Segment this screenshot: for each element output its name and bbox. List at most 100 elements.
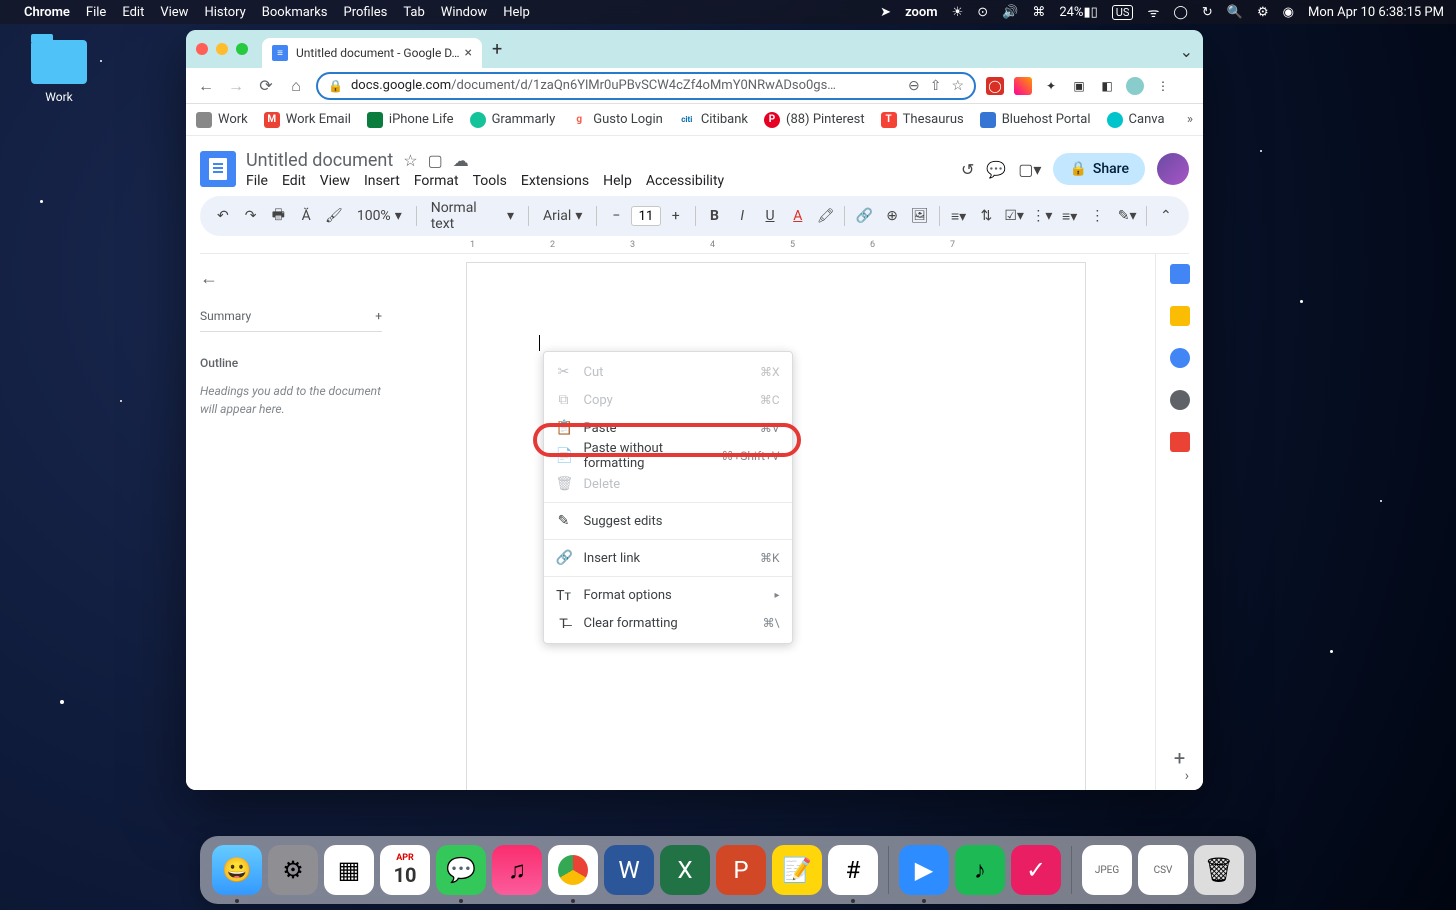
ctx-paste[interactable]: 📋Paste⌘V [544,414,792,442]
document-page[interactable]: ✂Cut⌘X ⧉Copy⌘C 📋Paste⌘V 📄Paste without f… [466,262,1086,790]
dock-finder[interactable]: 😀 [212,845,262,895]
docs-menu-tools[interactable]: Tools [473,173,507,189]
status-todoist-icon[interactable]: ➤ [880,5,891,20]
meet-icon[interactable]: ▢▾ [1018,160,1041,179]
docs-menu-extensions[interactable]: Extensions [521,173,589,189]
ctx-suggest-edits[interactable]: ✎Suggest edits [544,507,792,535]
ext-adblock-icon[interactable]: ◯ [986,77,1004,95]
sidepanel-icon[interactable]: ◧ [1098,77,1116,95]
ctx-delete[interactable]: 🗑Delete [544,470,792,498]
back-button[interactable]: ← [196,76,216,96]
docs-menu-help[interactable]: Help [603,173,632,189]
bookmark-canva[interactable]: Canva [1107,112,1165,128]
font-select[interactable]: Arial ▾ [535,208,590,224]
bold-button[interactable]: B [702,203,728,229]
cast-icon[interactable]: ▣ [1070,77,1088,95]
bookmark-pinterest[interactable]: P(88) Pinterest [764,112,865,128]
bookmark-iphone-life[interactable]: iPhone Life [367,112,454,128]
status-icon[interactable]: ☀ [952,5,964,20]
status-play-icon[interactable]: ⊙ [977,5,988,20]
explore-button[interactable]: › [1185,768,1189,784]
move-document-icon[interactable]: ▢ [428,151,443,170]
bookmarks-overflow[interactable]: » [1187,112,1193,127]
menu-file[interactable]: File [86,5,106,20]
status-datetime[interactable]: Mon Apr 10 6:38:15 PM [1308,5,1444,20]
status-wifi-icon[interactable]: ᯤ [1147,3,1159,21]
text-color-button[interactable]: A [785,203,811,229]
menu-edit[interactable]: Edit [122,5,144,20]
page-canvas[interactable]: ✂Cut⌘X ⧉Copy⌘C 📋Paste⌘V 📄Paste without f… [396,254,1155,790]
calendar-icon[interactable] [1170,264,1190,284]
spellcheck-button[interactable]: Ă [293,203,319,229]
browser-tab[interactable]: ≡ Untitled document - Google D… × [262,38,482,68]
app-name-menu[interactable]: Chrome [24,5,70,20]
ctx-insert-link[interactable]: 🔗Insert link⌘K [544,544,792,572]
docs-menu-format[interactable]: Format [414,173,459,189]
bookmark-grammarly[interactable]: Grammarly [470,112,556,128]
bookmark-star-icon[interactable]: ☆ [951,78,964,94]
status-user-icon[interactable]: ◯ [1173,5,1188,20]
status-control-center-icon[interactable]: ⚙ [1257,5,1269,20]
share-button[interactable]: 🔒 Share [1053,153,1145,185]
ctx-paste-without-formatting[interactable]: 📄Paste without formatting⌘+Shift+V [544,442,792,470]
address-bar[interactable]: 🔒 docs.google.com/document/d/1zaQn6YlMr0… [316,72,976,100]
dock-messages[interactable]: 💬 [436,845,486,895]
insert-image-button[interactable]: 🖼 [907,203,933,229]
close-tab-icon[interactable]: × [465,45,472,61]
style-select[interactable]: Normal text ▾ [423,200,522,232]
underline-button[interactable]: U [757,203,783,229]
docs-logo-icon[interactable] [200,151,236,187]
dock-trash[interactable]: 🗑 [1194,845,1244,895]
dock-spotify[interactable]: ♪ [955,845,1005,895]
docs-menu-accessibility[interactable]: Accessibility [646,173,724,189]
decrease-font-button[interactable]: − [603,203,629,229]
horizontal-ruler[interactable]: 1 2 3 4 5 6 7 [200,238,1189,254]
forward-button[interactable]: → [226,76,246,96]
more-options-button[interactable]: ⋮ [1085,203,1111,229]
dock-chrome[interactable] [548,845,598,895]
dock-zoom[interactable]: ▶ [899,845,949,895]
editing-mode-button[interactable]: ✎▾ [1114,203,1140,229]
dock-file-csv[interactable]: CSV [1138,845,1188,895]
menu-tab[interactable]: Tab [403,5,424,20]
menu-window[interactable]: Window [441,5,487,20]
tasks-icon[interactable] [1170,348,1190,368]
ctx-copy[interactable]: ⧉Copy⌘C [544,386,792,414]
dock-settings[interactable]: ⚙ [268,845,318,895]
menu-history[interactable]: History [204,5,245,20]
docs-menu-file[interactable]: File [246,173,268,189]
home-button[interactable]: ⌂ [286,76,306,96]
bookmark-work-email[interactable]: MWork Email [264,112,351,128]
paint-format-button[interactable]: 🖌 [321,203,347,229]
document-title[interactable]: Untitled document [246,150,393,171]
align-button[interactable]: ≡▾ [946,203,972,229]
user-avatar[interactable] [1157,153,1189,185]
bookmark-gusto[interactable]: gGusto Login [571,112,663,128]
new-tab-button[interactable]: + [492,39,502,60]
zoom-icon[interactable]: ⊖ [908,78,920,94]
line-spacing-button[interactable]: ⇅ [973,203,999,229]
history-icon[interactable]: ↺ [961,160,974,179]
status-zoom[interactable]: zoom [905,5,937,20]
insert-comment-button[interactable]: ⊕ [879,203,905,229]
bookmark-bluehost[interactable]: Bluehost Portal [980,112,1091,128]
ctx-cut[interactable]: ✂Cut⌘X [544,358,792,386]
status-volume-icon[interactable]: 🔊 [1002,5,1018,20]
checklist-button[interactable]: ☑▾ [1001,203,1027,229]
font-size-input[interactable]: 11 [631,206,661,226]
redo-button[interactable]: ↷ [238,203,264,229]
status-input-source[interactable]: US [1112,5,1134,20]
reload-button[interactable]: ⟳ [256,76,276,95]
status-bluetooth-icon[interactable]: ⌘ [1032,5,1045,20]
zoom-select[interactable]: 100% ▾ [349,208,410,224]
docs-menu-insert[interactable]: Insert [364,173,400,189]
tab-search-button[interactable]: ⌄ [1180,42,1193,61]
maximize-window-button[interactable] [236,43,248,55]
menu-profiles[interactable]: Profiles [344,5,388,20]
maps-icon[interactable] [1170,432,1190,452]
undo-button[interactable]: ↶ [210,203,236,229]
ctx-format-options[interactable]: TᴛFormat options▸ [544,581,792,609]
dock-file-jpeg[interactable]: JPEG [1082,845,1132,895]
highlight-button[interactable]: 🖍 [813,203,839,229]
dock-notes[interactable]: 📝 [772,845,822,895]
